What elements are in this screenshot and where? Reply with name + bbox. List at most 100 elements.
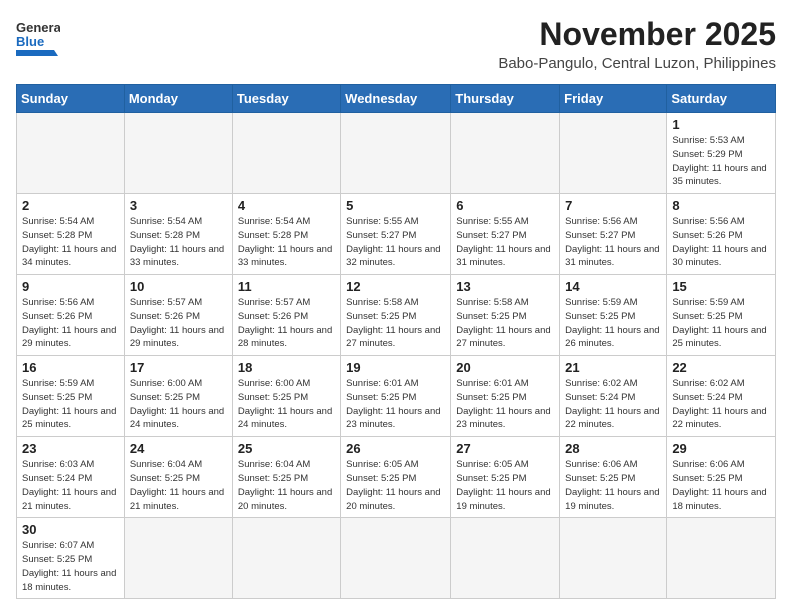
calendar-cell: 10 Sunrise: 5:57 AMSunset: 5:26 PMDayligh… <box>124 275 232 356</box>
day-info: Sunrise: 5:59 AMSunset: 5:25 PMDaylight:… <box>22 377 119 432</box>
day-number: 19 <box>346 360 445 375</box>
day-number: 22 <box>672 360 770 375</box>
calendar-cell: 23 Sunrise: 6:03 AMSunset: 5:24 PMDayligh… <box>17 437 125 518</box>
calendar-cell: 27 Sunrise: 6:05 AMSunset: 5:25 PMDayligh… <box>451 437 560 518</box>
calendar-cell: 24Sunrise: 6:04 AMSunset: 5:25 PMDayligh… <box>124 437 232 518</box>
day-number: 9 <box>22 279 119 294</box>
calendar-week-row: 2 Sunrise: 5:54 AMSunset: 5:28 PMDaylight… <box>17 194 776 275</box>
calendar-cell: 15 Sunrise: 5:59 AMSunset: 5:25 PMDayligh… <box>667 275 776 356</box>
calendar-cell: 13 Sunrise: 5:58 AMSunset: 5:25 PMDayligh… <box>451 275 560 356</box>
calendar-cell <box>560 113 667 194</box>
day-number: 13 <box>456 279 554 294</box>
day-number: 26 <box>346 441 445 456</box>
day-number: 15 <box>672 279 770 294</box>
calendar-cell <box>341 518 451 599</box>
day-info: Sunrise: 6:04 AMSunset: 5:25 PMDaylight:… <box>130 458 227 513</box>
calendar-cell: 20 Sunrise: 6:01 AMSunset: 5:25 PMDayligh… <box>451 356 560 437</box>
day-info: Sunrise: 5:54 AMSunset: 5:28 PMDaylight:… <box>130 215 227 270</box>
day-info: Sunrise: 5:57 AMSunset: 5:26 PMDaylight:… <box>130 296 227 351</box>
day-number: 2 <box>22 198 119 213</box>
calendar-cell: 29 Sunrise: 6:06 AMSunset: 5:25 PMDayligh… <box>667 437 776 518</box>
svg-text:General: General <box>16 20 60 35</box>
day-info: Sunrise: 6:01 AMSunset: 5:25 PMDaylight:… <box>346 377 445 432</box>
col-header-wednesday: Wednesday <box>341 85 451 113</box>
day-info: Sunrise: 6:00 AMSunset: 5:25 PMDaylight:… <box>130 377 227 432</box>
day-info: Sunrise: 6:05 AMSunset: 5:25 PMDaylight:… <box>346 458 445 513</box>
day-info: Sunrise: 5:59 AMSunset: 5:25 PMDaylight:… <box>672 296 770 351</box>
calendar-week-row: 16 Sunrise: 5:59 AMSunset: 5:25 PMDayligh… <box>17 356 776 437</box>
day-number: 27 <box>456 441 554 456</box>
calendar-cell: 21 Sunrise: 6:02 AMSunset: 5:24 PMDayligh… <box>560 356 667 437</box>
calendar-cell: 14Sunrise: 5:59 AMSunset: 5:25 PMDayligh… <box>560 275 667 356</box>
calendar-cell: 26 Sunrise: 6:05 AMSunset: 5:25 PMDayligh… <box>341 437 451 518</box>
day-info: Sunrise: 6:07 AMSunset: 5:25 PMDaylight:… <box>22 539 119 594</box>
calendar-cell: 22 Sunrise: 6:02 AMSunset: 5:24 PMDayligh… <box>667 356 776 437</box>
calendar-cell: 30 Sunrise: 6:07 AMSunset: 5:25 PMDayligh… <box>17 518 125 599</box>
day-number: 10 <box>130 279 227 294</box>
day-info: Sunrise: 5:55 AMSunset: 5:27 PMDaylight:… <box>456 215 554 270</box>
day-number: 30 <box>22 522 119 537</box>
col-header-monday: Monday <box>124 85 232 113</box>
col-header-friday: Friday <box>560 85 667 113</box>
day-number: 1 <box>672 117 770 132</box>
day-info: Sunrise: 6:06 AMSunset: 5:25 PMDaylight:… <box>672 458 770 513</box>
calendar-cell: 19 Sunrise: 6:01 AMSunset: 5:25 PMDayligh… <box>341 356 451 437</box>
header: General Blue November 2025 Babo-Pangulo,… <box>16 16 776 72</box>
day-info: Sunrise: 6:03 AMSunset: 5:24 PMDaylight:… <box>22 458 119 513</box>
day-number: 7 <box>565 198 661 213</box>
calendar-cell: 11 Sunrise: 5:57 AMSunset: 5:26 PMDayligh… <box>232 275 340 356</box>
day-info: Sunrise: 5:57 AMSunset: 5:26 PMDaylight:… <box>238 296 335 351</box>
calendar-week-row: 30 Sunrise: 6:07 AMSunset: 5:25 PMDayligh… <box>17 518 776 599</box>
calendar-cell <box>451 113 560 194</box>
location-title: Babo-Pangulo, Central Luzon, Philippines <box>498 55 776 72</box>
calendar-cell: 7Sunrise: 5:56 AMSunset: 5:27 PMDaylight… <box>560 194 667 275</box>
day-number: 21 <box>565 360 661 375</box>
calendar-cell: 25Sunrise: 6:04 AMSunset: 5:25 PMDayligh… <box>232 437 340 518</box>
day-info: Sunrise: 5:59 AMSunset: 5:25 PMDaylight:… <box>565 296 661 351</box>
calendar-week-row: 1 Sunrise: 5:53 AMSunset: 5:29 PMDaylight… <box>17 113 776 194</box>
day-number: 18 <box>238 360 335 375</box>
col-header-tuesday: Tuesday <box>232 85 340 113</box>
col-header-sunday: Sunday <box>17 85 125 113</box>
calendar-cell <box>560 518 667 599</box>
calendar-cell: 18 Sunrise: 6:00 AMSunset: 5:25 PMDayligh… <box>232 356 340 437</box>
day-info: Sunrise: 5:56 AMSunset: 5:26 PMDaylight:… <box>22 296 119 351</box>
calendar-cell <box>232 518 340 599</box>
day-number: 20 <box>456 360 554 375</box>
calendar-cell <box>232 113 340 194</box>
calendar-cell: 12Sunrise: 5:58 AMSunset: 5:25 PMDayligh… <box>341 275 451 356</box>
calendar: SundayMondayTuesdayWednesdayThursdayFrid… <box>16 84 776 599</box>
svg-text:Blue: Blue <box>16 34 44 49</box>
day-info: Sunrise: 6:02 AMSunset: 5:24 PMDaylight:… <box>565 377 661 432</box>
title-area: November 2025 Babo-Pangulo, Central Luzo… <box>498 16 776 72</box>
calendar-cell: 9 Sunrise: 5:56 AMSunset: 5:26 PMDaylight… <box>17 275 125 356</box>
calendar-week-row: 23 Sunrise: 6:03 AMSunset: 5:24 PMDayligh… <box>17 437 776 518</box>
day-info: Sunrise: 5:55 AMSunset: 5:27 PMDaylight:… <box>346 215 445 270</box>
calendar-cell <box>451 518 560 599</box>
day-number: 23 <box>22 441 119 456</box>
col-header-saturday: Saturday <box>667 85 776 113</box>
day-info: Sunrise: 5:58 AMSunset: 5:25 PMDaylight:… <box>456 296 554 351</box>
day-info: Sunrise: 6:02 AMSunset: 5:24 PMDaylight:… <box>672 377 770 432</box>
day-number: 3 <box>130 198 227 213</box>
logo: General Blue <box>16 16 60 56</box>
day-info: Sunrise: 6:05 AMSunset: 5:25 PMDaylight:… <box>456 458 554 513</box>
calendar-cell: 2Sunrise: 5:54 AMSunset: 5:28 PMDaylight… <box>17 194 125 275</box>
day-number: 11 <box>238 279 335 294</box>
day-number: 29 <box>672 441 770 456</box>
day-info: Sunrise: 6:04 AMSunset: 5:25 PMDaylight:… <box>238 458 335 513</box>
day-info: Sunrise: 6:00 AMSunset: 5:25 PMDaylight:… <box>238 377 335 432</box>
day-number: 16 <box>22 360 119 375</box>
calendar-cell: 6Sunrise: 5:55 AMSunset: 5:27 PMDaylight… <box>451 194 560 275</box>
calendar-cell <box>124 113 232 194</box>
calendar-cell: 4Sunrise: 5:54 AMSunset: 5:28 PMDaylight… <box>232 194 340 275</box>
day-info: Sunrise: 6:01 AMSunset: 5:25 PMDaylight:… <box>456 377 554 432</box>
day-info: Sunrise: 5:53 AMSunset: 5:29 PMDaylight:… <box>672 134 770 189</box>
day-number: 12 <box>346 279 445 294</box>
day-number: 8 <box>672 198 770 213</box>
day-number: 17 <box>130 360 227 375</box>
calendar-cell: 1 Sunrise: 5:53 AMSunset: 5:29 PMDaylight… <box>667 113 776 194</box>
month-title: November 2025 <box>498 16 776 53</box>
calendar-cell <box>17 113 125 194</box>
calendar-cell: 28Sunrise: 6:06 AMSunset: 5:25 PMDayligh… <box>560 437 667 518</box>
